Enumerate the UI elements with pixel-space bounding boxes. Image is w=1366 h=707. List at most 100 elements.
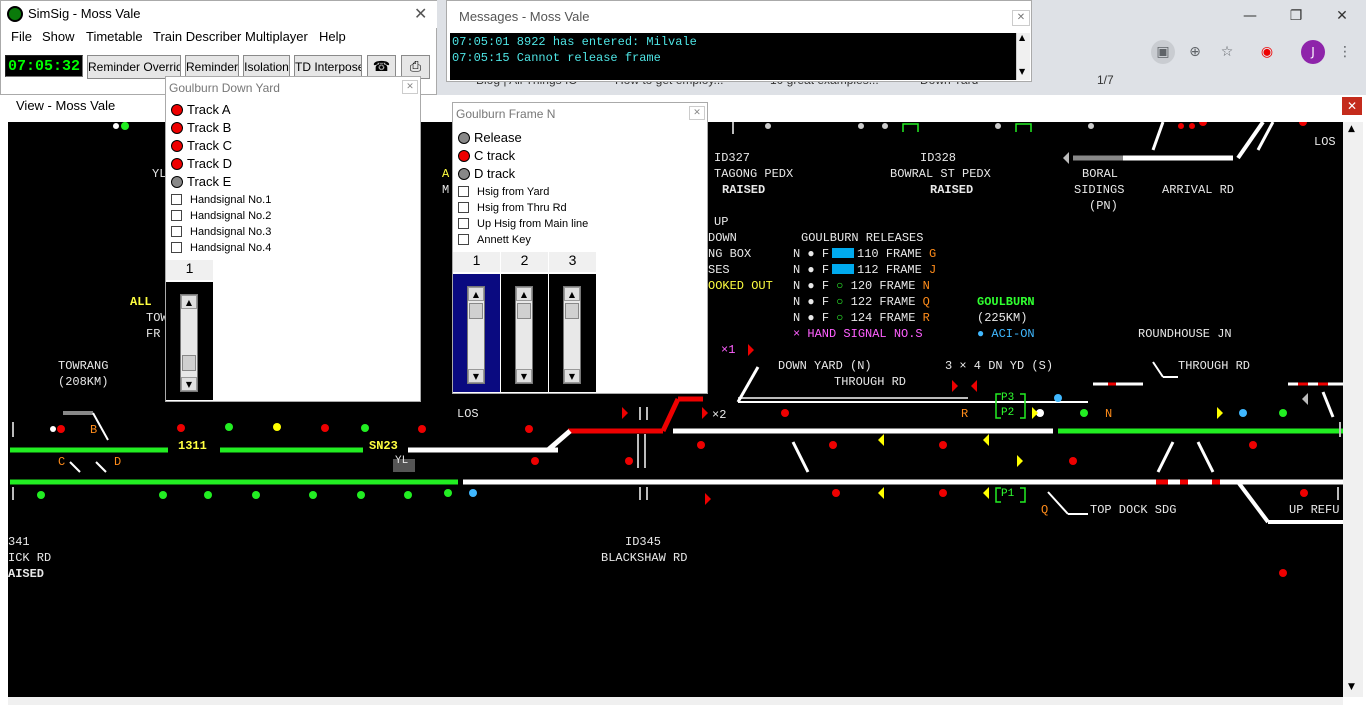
lever-up-icon[interactable]: ▲ [181,295,197,309]
lever-1[interactable]: 1 ▲ ▼ [166,260,213,400]
handsignal-1-checkbox[interactable]: Handsignal No.1 [171,194,271,210]
menu-multiplayer[interactable]: Multiplayer [245,29,308,44]
menu-help[interactable]: Help [319,29,346,44]
handsignal-2-checkbox[interactable]: Handsignal No.2 [171,210,271,226]
lever-up-icon[interactable]: ▲ [516,287,532,301]
through-rd-label: THROUGH RD [834,375,907,389]
m-top-label: M [442,183,450,197]
ses-label: SES [708,263,730,277]
n-label: N [1105,407,1113,421]
through-rd-label-2: THROUGH RD [1178,359,1251,373]
berth-1311: 1311 [178,439,207,453]
hsig-yard-checkbox[interactable]: Hsig from Yard [458,186,549,202]
yl-tag: YL [395,455,409,467]
menu-show[interactable]: Show [42,29,75,44]
lever-down-icon[interactable]: ▼ [468,369,484,383]
lever-slider[interactable]: ▲ ▼ [467,286,485,384]
profile-avatar[interactable]: J [1301,40,1325,64]
up-refu-label: UP REFU [1289,503,1340,517]
scroll-down-icon[interactable]: ▼ [1019,67,1025,76]
menu-train-describer[interactable]: Train Describer [153,29,241,44]
track-c-indicator[interactable]: Track C [171,138,232,156]
releases-title: GOULBURN RELEASES [801,231,924,245]
los-mid-label: LOS [457,407,479,421]
c-track-indicator[interactable]: C track [458,148,515,166]
release-row: N ● F 110 FRAME G [793,247,937,261]
c-label: C [58,455,66,469]
restore-icon[interactable]: ❐ [1276,4,1316,28]
p2-label: P2 [1001,407,1015,419]
lever-slider[interactable]: ▲ ▼ [180,294,198,392]
lever-up-icon[interactable]: ▲ [564,287,580,301]
bowral-label: BOWRAL ST PEDX [890,167,991,181]
lever-up-icon[interactable]: ▲ [468,287,484,301]
scroll-up-icon[interactable]: ▲ [1348,124,1355,134]
close-icon[interactable]: ✕ [414,4,427,23]
close-icon[interactable]: ✕ [1322,4,1362,28]
lever-thumb[interactable] [469,303,483,319]
blackshaw-label: BLACKSHAW RD [601,551,688,565]
close-icon[interactable]: ✕ [1342,97,1362,115]
lever-3[interactable]: 3 ▲ ▼ [549,252,596,392]
handsignal-4-checkbox[interactable]: Handsignal No.4 [171,242,271,258]
messages-window: Messages - Moss Vale ✕ 07:05:01 8922 has… [446,0,1032,82]
message-line: 07:05:15 Cannot release frame [452,51,661,65]
id327-label: ID327 [714,151,751,165]
aised-label: AISED [8,567,45,581]
top-dock-label: TOP DOCK SDG [1090,503,1177,517]
close-icon[interactable]: ✕ [1012,10,1030,26]
lever-slider[interactable]: ▲ ▼ [515,286,533,384]
lever-down-icon[interactable]: ▼ [181,377,197,391]
arrival-label: ARRIVAL RD [1162,183,1235,197]
led-icon [171,176,183,188]
minimize-icon[interactable]: — [1230,4,1270,28]
release-indicator[interactable]: Release [458,130,522,148]
scroll-down-icon[interactable]: ▼ [1348,682,1355,692]
a-top-label: A [442,167,450,181]
p1-label: P1 [1001,488,1015,500]
menu-file[interactable]: File [11,29,32,44]
up-hsig-main-checkbox[interactable]: Up Hsig from Main line [458,218,588,234]
view-vertical-scrollbar[interactable]: ▲ ▼ [1343,122,1363,697]
handsignal-3-checkbox[interactable]: Handsignal No.3 [171,226,271,242]
bookmark-star-icon[interactable]: ☆ [1215,40,1239,64]
lens-icon[interactable]: ▣ [1151,40,1175,64]
d-track-indicator[interactable]: D track [458,166,515,184]
lever-slider[interactable]: ▲ ▼ [563,286,581,384]
menu-timetable[interactable]: Timetable [86,29,143,44]
goulburn-down-yard-dialog: Goulburn Down Yard ✕ Track A Track B Tra… [165,76,421,402]
messages-scrollbar[interactable]: ▲ ▼ [1016,33,1030,80]
tagong-label: TAGONG PEDX [714,167,794,181]
lever-thumb[interactable] [565,303,579,319]
aci-label: ● ACI-ON [977,327,1035,341]
scroll-up-icon[interactable]: ▲ [1019,33,1025,42]
towrang-label: TOWRANG [58,359,109,373]
lever-2[interactable]: 2 ▲ ▼ [501,252,548,392]
zoom-icon[interactable]: ⊕ [1183,40,1207,64]
track-d-indicator[interactable]: Track D [171,156,232,174]
simsig-logo-icon [7,6,23,22]
view-horizontal-scrollbar[interactable] [8,697,1343,705]
lever-thumb[interactable] [517,303,531,319]
sim-clock: 07:05:32 [5,55,83,77]
hsig-thru-checkbox[interactable]: Hsig from Thru Rd [458,202,567,218]
lever-down-icon[interactable]: ▼ [564,369,580,383]
lever-1[interactable]: 1 ▲ ▼ [453,252,500,392]
led-icon [171,140,183,152]
simsig-title-bar: SimSig - Moss Vale ✕ [1,1,437,28]
q-label: Q [1041,503,1049,517]
pn-label: (PN) [1089,199,1118,213]
lever-down-icon[interactable]: ▼ [516,369,532,383]
close-icon[interactable]: ✕ [689,106,705,120]
close-icon[interactable]: ✕ [402,80,418,94]
lever-thumb[interactable] [182,355,196,371]
b-label: B [90,423,98,437]
menu-dots-icon[interactable]: ⋮ [1333,40,1357,64]
ick-rd-label: ICK RD [8,551,52,565]
annett-key-checkbox[interactable]: Annett Key [458,234,531,250]
led-icon [458,132,470,144]
track-e-indicator[interactable]: Track E [171,174,231,192]
track-b-indicator[interactable]: Track B [171,120,231,138]
extension-icon[interactable]: ◉ [1255,40,1279,64]
track-a-indicator[interactable]: Track A [171,102,231,120]
